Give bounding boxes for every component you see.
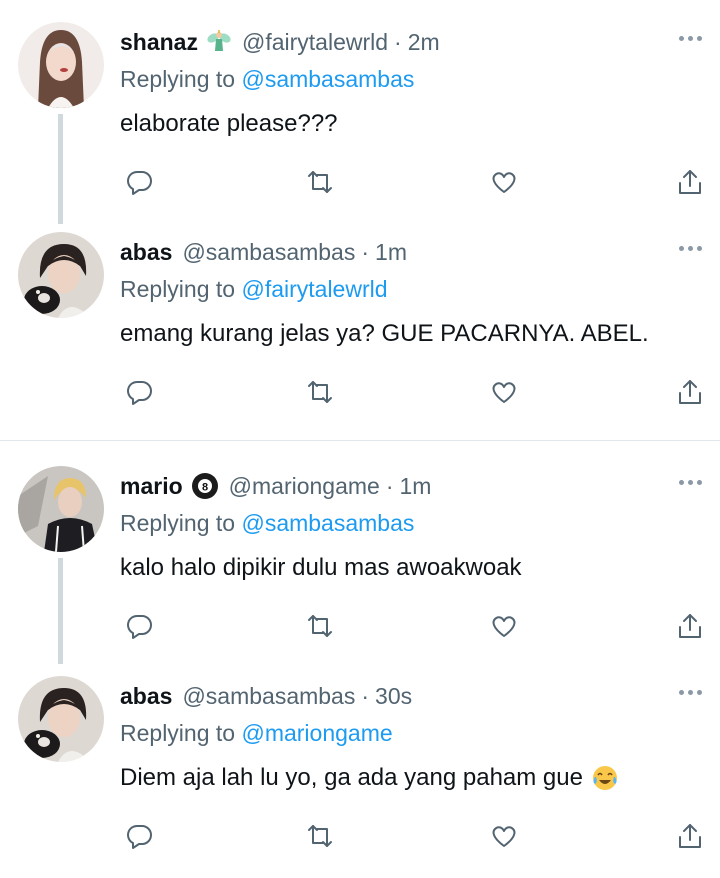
display-name[interactable]: shanaz	[120, 29, 198, 56]
avatar-image	[18, 232, 104, 318]
tweet-header: shanaz @fairytalewrld · 2m	[120, 22, 440, 62]
like-button[interactable]	[484, 606, 524, 646]
like-button[interactable]	[484, 162, 524, 202]
retweet-icon	[308, 171, 332, 193]
share-icon	[679, 614, 701, 638]
handle[interactable]: @sambasambas	[182, 239, 355, 266]
share-button[interactable]	[670, 162, 710, 202]
separator: ·	[385, 472, 394, 499]
share-button[interactable]	[670, 606, 710, 646]
tweet-header: abas @sambasambas · 1m	[120, 232, 407, 272]
more-options-icon[interactable]	[679, 246, 702, 251]
replying-to: Replying to @mariongame	[120, 720, 393, 747]
like-button[interactable]	[484, 372, 524, 412]
eight-ball-icon: 8	[191, 472, 219, 500]
replying-to: Replying to @sambasambas	[120, 510, 414, 537]
avatar[interactable]	[18, 676, 104, 762]
retweet-button[interactable]	[300, 816, 340, 856]
tweet-text: elaborate please???	[120, 110, 338, 137]
replying-to: Replying to @sambasambas	[120, 66, 414, 93]
tweet-actions	[120, 816, 710, 856]
share-button[interactable]	[670, 372, 710, 412]
replying-prefix: Replying to	[120, 720, 236, 746]
timestamp[interactable]: 30s	[375, 683, 412, 710]
avatar-image	[18, 466, 104, 552]
separator: ·	[361, 238, 370, 265]
reply-icon	[127, 824, 152, 849]
more-options-icon[interactable]	[679, 480, 702, 485]
retweet-icon	[308, 825, 332, 847]
tweet[interactable]: mario 8 @mariongame · 1m Replying to @sa…	[0, 466, 720, 666]
reply-button[interactable]	[120, 816, 160, 856]
mention-link[interactable]: @sambasambas	[241, 66, 414, 92]
like-button[interactable]	[484, 816, 524, 856]
handle[interactable]: @sambasambas	[182, 683, 355, 710]
avatar[interactable]	[18, 466, 104, 552]
replying-prefix: Replying to	[120, 66, 236, 92]
tweet-text-container: Diem aja lah lu yo, ga ada yang paham gu…	[120, 764, 619, 792]
separator: ·	[361, 682, 370, 709]
share-button[interactable]	[670, 816, 710, 856]
tweet-actions	[120, 372, 710, 412]
tweet-text: kalo halo dipikir dulu mas awoakwoak	[120, 554, 522, 581]
display-name[interactable]: abas	[120, 683, 172, 710]
reply-button[interactable]	[120, 372, 160, 412]
heart-icon	[492, 826, 516, 847]
timestamp[interactable]: 1m	[400, 473, 432, 500]
more-options-icon[interactable]	[679, 690, 702, 695]
handle[interactable]: @fairytalewrld	[242, 29, 388, 56]
reply-icon	[127, 614, 152, 639]
tweet-header: mario 8 @mariongame · 1m	[120, 466, 431, 506]
svg-text:8: 8	[202, 482, 208, 494]
retweet-button[interactable]	[300, 606, 340, 646]
mention-link[interactable]: @sambasambas	[241, 510, 414, 536]
mention-link[interactable]: @fairytalewrld	[241, 276, 387, 302]
retweet-button[interactable]	[300, 162, 340, 202]
avatar-image	[18, 22, 104, 108]
share-icon	[679, 824, 701, 848]
display-name[interactable]: mario	[120, 473, 183, 500]
replying-prefix: Replying to	[120, 510, 236, 536]
reply-button[interactable]	[120, 606, 160, 646]
tweet-text: emang kurang jelas ya? GUE PACARNYA. ABE…	[120, 320, 649, 347]
retweet-icon	[308, 615, 332, 637]
tweet-actions	[120, 606, 710, 646]
retweet-icon	[308, 381, 332, 403]
avatar[interactable]	[18, 232, 104, 318]
tweet[interactable]: shanaz @fairytalewrld · 2m Replying to @…	[0, 22, 720, 222]
tweet-actions	[120, 162, 710, 202]
tweet[interactable]: abas @sambasambas · 30s Replying to @mar…	[0, 676, 720, 876]
share-icon	[679, 380, 701, 404]
more-options-icon[interactable]	[679, 36, 702, 41]
replying-to: Replying to @fairytalewrld	[120, 276, 388, 303]
heart-icon	[492, 616, 516, 637]
reply-button[interactable]	[120, 162, 160, 202]
reply-icon	[127, 170, 152, 195]
mention-link[interactable]: @mariongame	[241, 720, 392, 746]
share-icon	[679, 170, 701, 194]
timestamp[interactable]: 1m	[375, 239, 407, 266]
timestamp[interactable]: 2m	[408, 29, 440, 56]
display-name[interactable]: abas	[120, 239, 172, 266]
replying-prefix: Replying to	[120, 276, 236, 302]
retweet-button[interactable]	[300, 372, 340, 412]
tweet[interactable]: abas @sambasambas · 1m Replying to @fair…	[0, 232, 720, 432]
fairy-icon	[206, 29, 232, 55]
thread-divider	[0, 440, 720, 441]
avatar[interactable]	[18, 22, 104, 108]
separator: ·	[394, 28, 402, 55]
heart-icon	[492, 382, 516, 403]
handle[interactable]: @mariongame	[229, 473, 380, 500]
avatar-image	[18, 676, 104, 762]
tweet-header: abas @sambasambas · 30s	[120, 676, 412, 716]
tweet-text: Diem aja lah lu yo, ga ada yang paham gu…	[120, 764, 583, 791]
reply-icon	[127, 380, 152, 405]
heart-icon	[492, 172, 516, 193]
tears-of-joy-icon	[591, 764, 619, 792]
